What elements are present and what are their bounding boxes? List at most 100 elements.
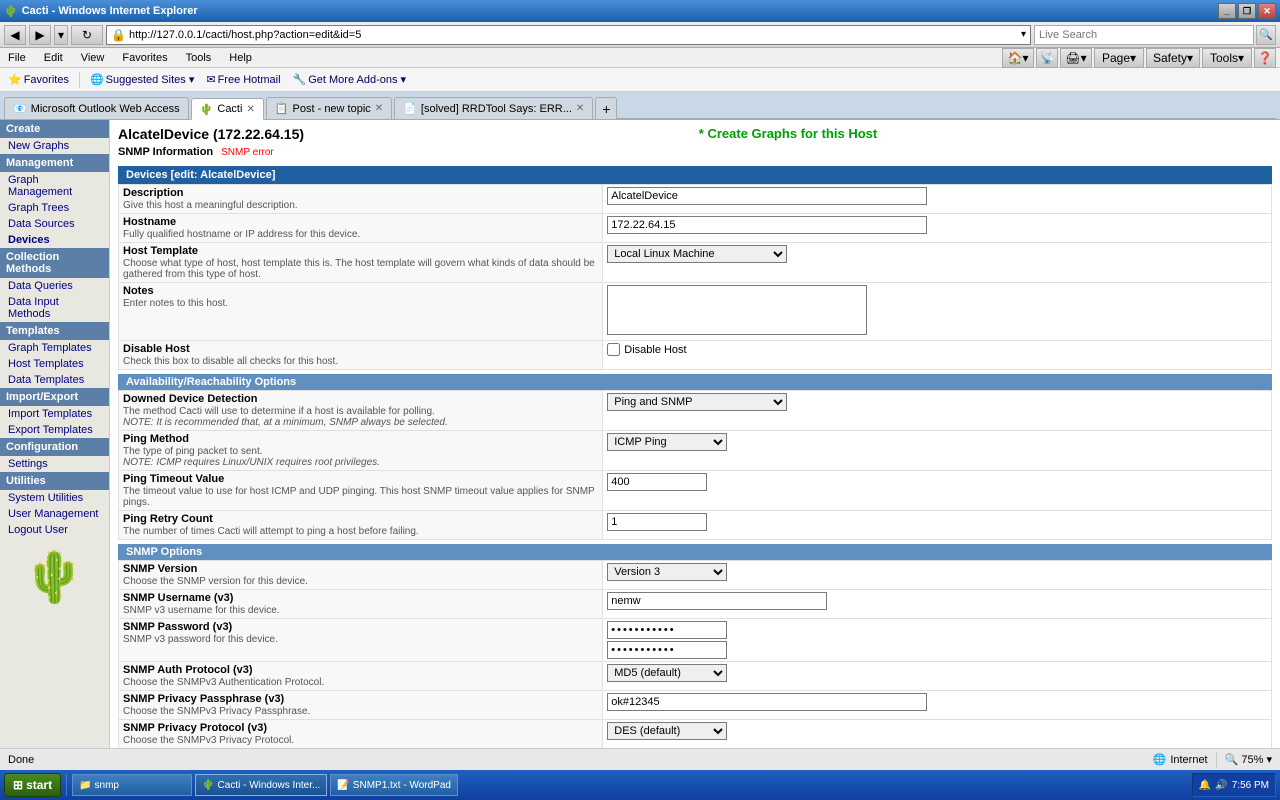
ping-retry-desc: The number of times Cacti will attempt t… (123, 526, 598, 537)
minimize-button[interactable]: _ (1218, 3, 1236, 19)
menu-tools[interactable]: Tools (182, 50, 216, 66)
sidebar-item-new-graphs[interactable]: New Graphs (0, 138, 109, 154)
snmp-username-desc: SNMP v3 username for this device. (123, 605, 598, 616)
downed-device-desc: The method Cacti will use to determine i… (123, 406, 598, 428)
sidebar-section-create[interactable]: Create (0, 120, 109, 138)
feeds-button[interactable]: 📡 (1036, 48, 1058, 68)
snmp-privacy-passphrase-desc: Choose the SNMPv3 Privacy Passphrase. (123, 706, 598, 717)
snmp-auth-protocol-label: SNMP Auth Protocol (v3) (123, 664, 598, 676)
favorites-bar: ⭐ Favorites 🌐 Suggested Sites ▾ ✉ Free H… (0, 68, 1280, 92)
sidebar-item-data-sources[interactable]: Data Sources (0, 216, 109, 232)
tab-cacti[interactable]: 🌵 Cacti ✕ (191, 98, 264, 120)
sidebar-section-import-export[interactable]: Import/Export (0, 388, 109, 406)
sidebar-section-management[interactable]: Management (0, 154, 109, 172)
tab-outlook[interactable]: 📧 Microsoft Outlook Web Access (4, 97, 189, 119)
snmp-password-input[interactable] (607, 621, 727, 639)
taskbar-item-cacti[interactable]: 🌵 Cacti - Windows Inter... (195, 774, 327, 796)
menu-favorites[interactable]: Favorites (118, 50, 171, 66)
hostname-input[interactable] (607, 216, 927, 234)
snmp-username-input[interactable] (607, 592, 827, 610)
tabs-bar: 📧 Microsoft Outlook Web Access 🌵 Cacti ✕… (0, 92, 1280, 120)
snmp-auth-protocol-select[interactable]: MD5 (default) SHA (607, 664, 727, 682)
tab-post-close[interactable]: ✕ (375, 103, 383, 114)
sidebar-item-export-templates[interactable]: Export Templates (0, 422, 109, 438)
sidebar-section-templates[interactable]: Templates (0, 322, 109, 340)
sidebar-item-data-queries[interactable]: Data Queries (0, 278, 109, 294)
disable-host-checkbox[interactable] (607, 343, 620, 356)
sidebar-section-utilities[interactable]: Utilities (0, 472, 109, 490)
free-hotmail[interactable]: ✉ Free Hotmail (202, 71, 284, 88)
address-bar[interactable]: 🔒 http://127.0.0.1/cacti/host.php?action… (106, 25, 1031, 45)
downed-device-select[interactable]: Ping and SNMP SNMP Ping None (607, 393, 787, 411)
get-more-addons[interactable]: 🔧 Get More Add-ons ▾ (289, 71, 411, 88)
sidebar-item-graph-management[interactable]: Graph Management (0, 172, 109, 200)
sidebar-section-collection[interactable]: Collection Methods (0, 248, 109, 278)
security-icon: 🔒 (111, 28, 126, 42)
snmp-privacy-passphrase-field-cell (603, 691, 1272, 720)
address-dropdown[interactable]: ▾ (1021, 29, 1026, 40)
tab-cacti-close[interactable]: ✕ (246, 104, 254, 115)
home-button[interactable]: 🏠▾ (1002, 48, 1034, 68)
snmp-password-confirm-input[interactable] (607, 641, 727, 659)
print-button[interactable]: 🖨▾ (1060, 48, 1092, 68)
page-button[interactable]: Page▾ (1094, 48, 1144, 68)
hostname-row: Hostname Fully qualified hostname or IP … (119, 214, 1272, 243)
forward-button[interactable]: ▶ (29, 25, 51, 45)
sidebar-item-devices[interactable]: Devices (0, 232, 109, 248)
refresh-button[interactable]: ↻ (71, 25, 103, 45)
sidebar-item-settings[interactable]: Settings (0, 456, 109, 472)
tab-post[interactable]: 📋 Post - new topic ✕ (266, 97, 392, 119)
sidebar-item-data-input[interactable]: Data Input Methods (0, 294, 109, 322)
sidebar-item-graph-trees[interactable]: Graph Trees (0, 200, 109, 216)
menu-view[interactable]: View (77, 50, 109, 66)
tab-rrdtool-close[interactable]: ✕ (576, 103, 584, 114)
ping-retry-input[interactable] (607, 513, 707, 531)
ping-timeout-input[interactable] (607, 473, 707, 491)
snmp-privacy-protocol-select[interactable]: DES (default) AES (607, 722, 727, 740)
snmp-version-row: SNMP Version Choose the SNMP version for… (119, 561, 1272, 590)
description-input[interactable] (607, 187, 927, 205)
snmp-privacy-passphrase-input[interactable] (607, 693, 927, 711)
favorites-button[interactable]: ⭐ Favorites (4, 71, 73, 88)
status-text: Done (8, 754, 1143, 766)
downed-device-field-cell: Ping and SNMP SNMP Ping None (603, 391, 1272, 431)
sidebar-item-logout[interactable]: Logout User (0, 522, 109, 538)
close-button[interactable]: ✕ (1258, 3, 1276, 19)
menu-file[interactable]: File (4, 50, 30, 66)
dropdown-button[interactable]: ▾ (54, 25, 68, 45)
suggested-sites[interactable]: 🌐 Suggested Sites ▾ (86, 71, 198, 88)
sidebar-item-system-utilities[interactable]: System Utilities (0, 490, 109, 506)
help-nav-button[interactable]: ❓ (1254, 48, 1276, 68)
sidebar-item-graph-templates[interactable]: Graph Templates (0, 340, 109, 356)
hotmail-icon: ✉ (206, 73, 215, 86)
notes-textarea[interactable] (607, 285, 867, 335)
safety-button[interactable]: Safety▾ (1146, 48, 1200, 68)
back-button[interactable]: ◀ (4, 25, 26, 45)
new-tab-button[interactable]: + (595, 97, 617, 119)
host-template-select[interactable]: Local Linux Machine Linux Host Windows H… (607, 245, 787, 263)
sidebar-item-user-management[interactable]: User Management (0, 506, 109, 522)
address-text: http://127.0.0.1/cacti/host.php?action=e… (129, 29, 1021, 41)
sidebar-section-configuration[interactable]: Configuration (0, 438, 109, 456)
restore-button[interactable]: ❐ (1238, 3, 1256, 19)
taskbar-item-wordpad[interactable]: 📝 SNMP1.txt - WordPad (330, 774, 458, 796)
menu-help[interactable]: Help (225, 50, 256, 66)
start-button[interactable]: ⊞ start (4, 773, 61, 797)
menu-edit[interactable]: Edit (40, 50, 67, 66)
ping-method-select[interactable]: ICMP Ping UDP TCP (607, 433, 727, 451)
tools-button[interactable]: Tools▾ (1202, 48, 1252, 68)
downed-device-row: Downed Device Detection The method Cacti… (119, 391, 1272, 431)
search-input[interactable] (1034, 25, 1254, 45)
sidebar-item-import-templates[interactable]: Import Templates (0, 406, 109, 422)
description-desc: Give this host a meaningful description. (123, 200, 598, 211)
disable-host-label: Disable Host (123, 343, 598, 355)
tab-rrdtool[interactable]: 📄 [solved] RRDTool Says: ERR... ✕ (394, 97, 593, 119)
create-graphs-link[interactable]: * Create Graphs for this Host (304, 126, 1272, 141)
snmp-version-desc: Choose the SNMP version for this device. (123, 576, 598, 587)
sidebar-item-host-templates[interactable]: Host Templates (0, 356, 109, 372)
search-button[interactable]: 🔍 (1256, 25, 1276, 45)
taskbar-item-snmp[interactable]: 📁 snmp (72, 774, 192, 796)
snmp-version-select[interactable]: Version 1 Version 2 Version 3 (607, 563, 727, 581)
snmp-version-label-cell: SNMP Version Choose the SNMP version for… (119, 561, 603, 590)
sidebar-item-data-templates[interactable]: Data Templates (0, 372, 109, 388)
